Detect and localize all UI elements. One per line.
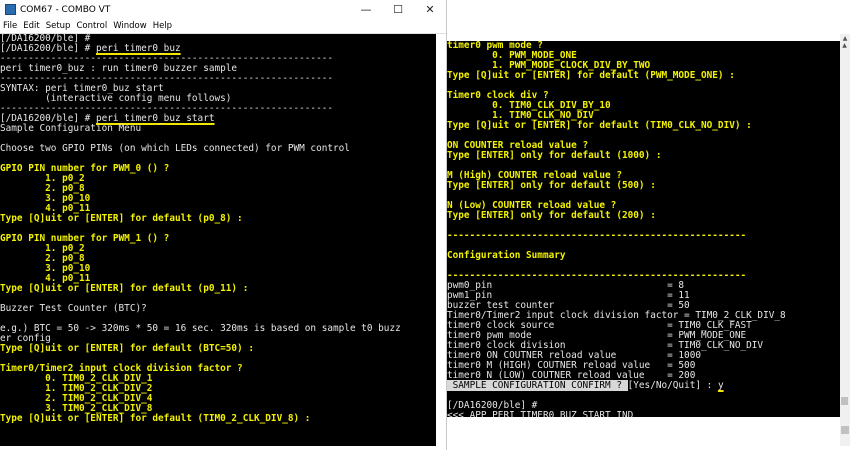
terminal-line: Type [Q]uit or [ENTER] for default (p0_8… [0,213,243,224]
terminal-line: Type [Q]uit or [ENTER] for default (TIM0… [447,120,752,131]
minimize-button[interactable]: — [350,0,382,19]
terminal-line: Buzzer Test Counter (BTC)? [0,303,147,314]
right-terminal-output[interactable]: timer0 pwm mode ? 0. PWM_MODE_ONE 1. PWM… [447,41,840,417]
confirm-answer: y [717,380,724,391]
confirm-options: [Yes/No/Quit] : [627,380,718,391]
terminal-line: Type [ENTER] only for default (200) : [447,210,656,221]
terminal-line: Type [Q]uit or [ENTER] for default (p0_1… [0,283,249,294]
window-title: COM67 - COMBO VT [20,4,111,15]
terminal-line: Configuration Summary [447,250,566,261]
terminal-line: Type [ENTER] only for default (500) : [447,180,656,191]
menu-help[interactable]: Help [153,21,172,31]
title-bar[interactable]: COM67 - COMBO VT — ☐ ✕ [0,0,446,19]
terminal-line: Type [Q]uit or [ENTER] for default (TIM0… [0,413,311,424]
maximize-button[interactable]: ☐ [382,0,414,19]
terminal-line: Type [ENTER] only for default (1000) : [447,150,662,161]
terminal-line: ----------------------------------------… [447,230,747,241]
terminal-line: Type [Q]uit or [ENTER] for default (BTC=… [0,343,254,354]
right-terminal-text: timer0 pwm mode ? 0. PWM_MODE_ONE 1. PWM… [447,41,840,417]
terminal-line: Sample Configuration Menu [0,123,142,134]
app-icon [5,4,16,15]
scroll-up-arrow-icon[interactable]: ▲ [840,41,849,50]
scrollbar-thumb[interactable] [841,397,848,405]
terminal-line: <<< APP_PERI_TIMER0_BUZ_START_IND [447,410,634,418]
menu-bar: File Edit Setup Control Window Help [0,19,446,34]
terminal-line: Choose two GPIO PINs (on which LEDs conn… [0,143,350,154]
menu-edit[interactable]: Edit [23,21,39,31]
confirm-line: SAMPLE CONFIGURATION CONFIRM ? [Yes/No/Q… [447,380,840,391]
close-button[interactable]: ✕ [414,0,446,19]
confirm-prompt: SAMPLE CONFIGURATION CONFIRM ? [447,380,628,391]
left-terminal-output[interactable]: [/DA16200/ble] # [/DA16200/ble] # peri ti… [0,34,436,446]
menu-file[interactable]: File [3,21,17,31]
menu-control[interactable]: Control [76,21,107,31]
menu-setup[interactable]: Setup [46,21,71,31]
menu-window[interactable]: Window [113,21,147,31]
terminal-line: Type [Q]uit or [ENTER] for default (PWM_… [447,70,735,81]
scrollbar-thumb[interactable] [841,426,849,434]
left-terminal-text: [/DA16200/ble] # [/DA16200/ble] # peri ti… [0,34,436,424]
terminal-line: e.g.) BTC = 50 -> 320ms * 50 = 16 sec. 3… [0,323,401,334]
right-vertical-scrollbar[interactable]: ▲ [840,41,849,417]
